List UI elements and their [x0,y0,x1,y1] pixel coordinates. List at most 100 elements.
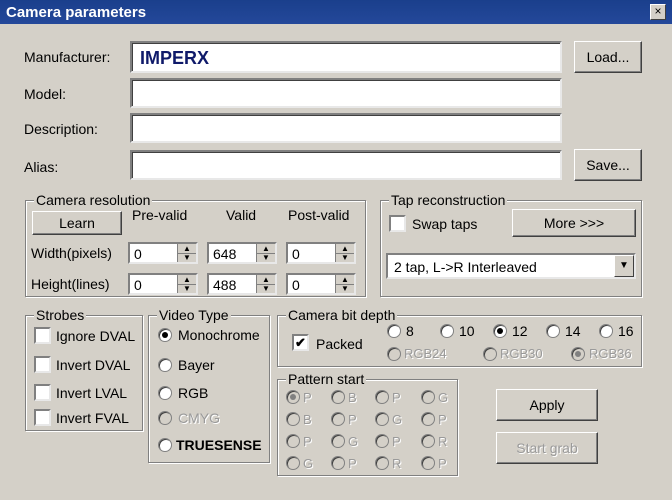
title-bar: Camera parameters × [0,0,672,24]
close-button[interactable]: × [650,4,666,20]
rgb36-radio [571,347,585,361]
monochrome-label: Monochrome [178,327,260,343]
chevron-down-icon[interactable]: ▼ [614,255,634,277]
pattern-radio [331,456,345,470]
camera-bit-depth-title: Camera bit depth [286,307,398,323]
spin-down-icon[interactable]: ▼ [178,284,196,293]
pattern-label: P [348,456,357,471]
invert-dval-label: Invert DVAL [56,357,131,373]
invert-dval-checkbox[interactable] [34,356,51,373]
pattern-label: G [303,456,314,471]
width-postvalid-spinner[interactable]: 0 ▲ ▼ [286,242,356,264]
manufacturer-label: Manufacturer: [24,49,111,65]
depth-16-label: 16 [618,323,634,339]
invert-lval-checkbox[interactable] [34,384,51,401]
pattern-radio [286,412,300,426]
cmyg-radio [158,411,172,425]
window-title: Camera parameters [6,4,147,21]
strobes-title: Strobes [34,307,87,323]
depth-8-label: 8 [406,323,414,339]
truesense-label: TRUESENSE [176,437,262,453]
pattern-label: P [392,434,401,449]
monochrome-radio[interactable] [158,328,172,342]
save-button[interactable]: Save... [574,149,642,181]
rgb24-label: RGB24 [404,346,447,361]
bayer-label: Bayer [178,357,215,373]
width-valid-spinner[interactable]: 648 ▲ ▼ [207,242,277,264]
depth-12-radio[interactable] [493,324,507,338]
height-prevalid-spinner[interactable]: 0 ▲ ▼ [128,273,198,295]
pattern-label: P [438,456,447,471]
bayer-radio[interactable] [158,358,172,372]
pattern-radio [375,390,389,404]
rgb30-label: RGB30 [500,346,543,361]
spin-down-icon[interactable]: ▼ [257,253,275,262]
ignore-dval-checkbox[interactable] [34,327,51,344]
depth-14-label: 14 [565,323,581,339]
pattern-label: R [438,434,448,449]
pattern-radio [286,390,300,404]
spin-down-icon[interactable]: ▼ [178,253,196,262]
pattern-label: B [348,390,357,405]
pattern-radio [421,390,435,404]
manufacturer-value: IMPERX [140,48,210,68]
alias-field[interactable] [130,150,562,180]
invert-fval-checkbox[interactable] [34,409,51,426]
rgb30-radio [483,347,497,361]
more-button[interactable]: More >>> [512,209,636,237]
pattern-label: P [438,412,447,427]
spin-down-icon[interactable]: ▼ [257,284,275,293]
pattern-label: B [303,412,312,427]
width-label: Width(pixels) [31,245,112,261]
pattern-label: G [438,390,449,405]
cmyg-label: CMYG [178,410,220,426]
packed-label: Packed [316,336,363,352]
learn-button[interactable]: Learn [32,211,122,235]
pattern-radio [331,412,345,426]
ignore-dval-label: Ignore DVAL [56,328,136,344]
postvalid-header: Post-valid [288,207,350,223]
width-prevalid-spinner[interactable]: 0 ▲ ▼ [128,242,198,264]
tap-reconstruction-title: Tap reconstruction [389,192,508,208]
pattern-label: P [348,412,357,427]
video-type-title: Video Type [157,307,231,323]
pattern-start-title: Pattern start [286,371,367,387]
pattern-radio [375,412,389,426]
pattern-radio [286,456,300,470]
model-field[interactable] [130,78,562,108]
depth-8-radio[interactable] [387,324,401,338]
camera-resolution-title: Camera resolution [34,192,153,208]
spin-down-icon[interactable]: ▼ [336,284,354,293]
depth-10-label: 10 [459,323,475,339]
tap-mode-select[interactable]: 2 tap, L->R Interleaved ▼ [386,253,636,279]
height-label: Height(lines) [31,276,110,292]
alias-label: Alias: [24,159,59,175]
load-button[interactable]: Load... [574,41,642,73]
depth-10-radio[interactable] [440,324,454,338]
depth-16-radio[interactable] [599,324,613,338]
pattern-radio [331,390,345,404]
rgb-label: RGB [178,385,209,401]
swap-taps-checkbox[interactable] [389,215,406,232]
rgb-radio[interactable] [158,386,172,400]
spin-down-icon[interactable]: ▼ [336,253,354,262]
pattern-label: G [392,412,403,427]
packed-checkbox[interactable]: ✔ [292,334,309,351]
tap-mode-value: 2 tap, L->R Interleaved [394,259,537,275]
depth-14-radio[interactable] [546,324,560,338]
truesense-radio[interactable] [158,438,172,452]
height-valid-spinner[interactable]: 488 ▲ ▼ [207,273,277,295]
pattern-radio [421,434,435,448]
height-postvalid-spinner[interactable]: 0 ▲ ▼ [286,273,356,295]
pattern-label: P [392,390,401,405]
description-field[interactable] [130,113,562,143]
pattern-radio [331,434,345,448]
model-label: Model: [24,86,67,102]
invert-lval-label: Invert LVAL [56,385,128,401]
manufacturer-field[interactable]: IMPERX [130,41,562,73]
pattern-radio [375,456,389,470]
description-label: Description: [24,121,98,137]
apply-button[interactable]: Apply [496,389,598,421]
depth-12-label: 12 [512,323,528,339]
start-grab-button: Start grab [496,432,598,464]
